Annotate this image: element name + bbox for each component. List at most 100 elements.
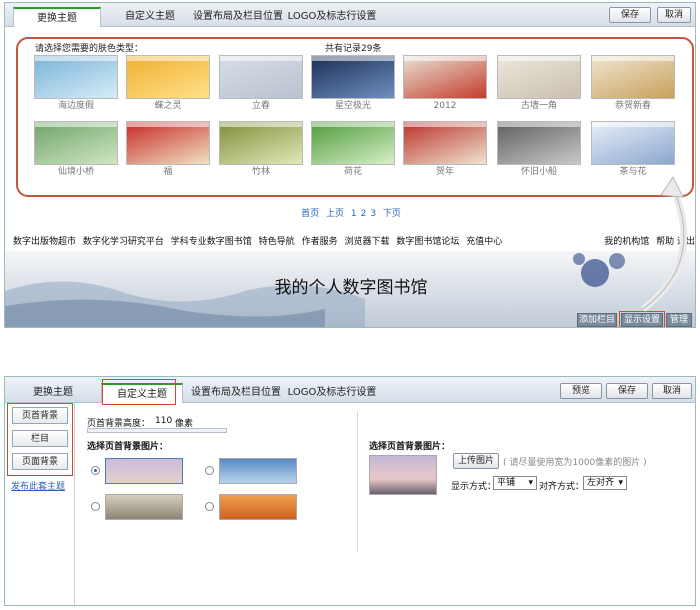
sidebar-columns[interactable]: 栏目: [12, 430, 68, 447]
pager-page-3[interactable]: 3: [370, 209, 376, 219]
logout-link[interactable]: 退出: [677, 237, 695, 247]
theme-thumbnail[interactable]: 怀旧小船: [497, 121, 581, 179]
theme-name: 2012: [433, 101, 457, 111]
theme-thumbnail[interactable]: 恭贺新春: [591, 55, 675, 113]
theme-preview-image[interactable]: [403, 55, 487, 99]
cancel-button[interactable]: 取消: [657, 7, 691, 23]
bg-option-desert[interactable]: [219, 494, 297, 520]
my-institution-link[interactable]: 我的机构馆: [600, 233, 654, 251]
add-column-button[interactable]: 添加栏目: [577, 313, 617, 327]
manage-button[interactable]: 管理: [666, 313, 692, 327]
upload-image-button[interactable]: 上传图片: [453, 453, 499, 469]
theme-prompt: 请选择您需要的肤色类型：: [35, 44, 144, 54]
bg-radio-2[interactable]: [205, 466, 214, 475]
theme-preview-image[interactable]: [591, 55, 675, 99]
nav-item[interactable]: 浏览器下载: [344, 237, 389, 247]
tab-bar: 更换主题 自定义主题 设置布局及栏目位置 LOGO及标志行设置 保存 取消: [5, 3, 695, 27]
save-button[interactable]: 保存: [609, 7, 651, 23]
theme-thumbnail[interactable]: 福: [126, 121, 210, 179]
bg-radio-4[interactable]: [205, 502, 214, 511]
theme-thumbnail[interactable]: 海边度假: [34, 55, 118, 113]
height-value[interactable]: 110: [155, 416, 172, 426]
theme-thumbnail[interactable]: 2012: [403, 55, 487, 113]
nav-item[interactable]: 特色导航: [259, 237, 295, 247]
preview-header-strip: [404, 56, 486, 61]
theme-name: 贺年: [435, 167, 454, 177]
save-button[interactable]: 保存: [606, 383, 648, 399]
theme-name: 福: [163, 167, 173, 177]
theme-thumbnail[interactable]: 仙境小桥: [34, 121, 118, 179]
theme-thumbnail[interactable]: 立春: [219, 55, 303, 113]
tab-layout[interactable]: 设置布局及栏目位置: [193, 7, 283, 27]
theme-preview-image[interactable]: [126, 121, 210, 165]
theme-thumbnail[interactable]: 贺年: [403, 121, 487, 179]
preview-header-strip: [127, 122, 209, 127]
theme-settings-panel: 更换主题 自定义主题 设置布局及栏目位置 LOGO及标志行设置 保存 取消 请选…: [4, 2, 696, 328]
cancel-button[interactable]: 取消: [652, 383, 692, 399]
theme-preview-image[interactable]: [497, 121, 581, 165]
theme-preview-image[interactable]: [34, 121, 118, 165]
tab-custom-theme[interactable]: 自定义主题: [113, 7, 187, 27]
display-mode-select[interactable]: 平铺: [493, 476, 537, 490]
align-mode-label: 对齐方式：: [539, 482, 585, 492]
tab-highlight: [102, 379, 176, 405]
nav-item[interactable]: 数字图书馆论坛: [396, 237, 459, 247]
preview-header-strip: [35, 56, 117, 61]
theme-preview-image[interactable]: [126, 55, 210, 99]
bg-option-sky[interactable]: [219, 458, 297, 484]
nav-item[interactable]: 作者服务: [302, 237, 338, 247]
sidebar-page-bg[interactable]: 页面背景: [12, 453, 68, 470]
publish-theme-link[interactable]: 发布此套主题: [11, 479, 65, 492]
theme-preview-image[interactable]: [403, 121, 487, 165]
theme-thumbnail[interactable]: 竹林: [219, 121, 303, 179]
nav-item[interactable]: 数字出版物超市: [13, 237, 76, 247]
custom-theme-panel: 更换主题 自定义主题 设置布局及栏目位置 LOGO及标志行设置 预览 保存 取消…: [4, 376, 696, 606]
preview-header-strip: [498, 56, 580, 61]
preview-header-strip: [592, 56, 674, 61]
theme-name: 竹林: [251, 167, 270, 177]
upload-hint: ( 请尽量使用宽为1000像素的图片 ): [503, 458, 647, 468]
preview-button[interactable]: 预览: [560, 383, 602, 399]
theme-preview-image[interactable]: [497, 55, 581, 99]
theme-name: 恭贺新春: [614, 101, 651, 111]
theme-preview-image[interactable]: [311, 55, 395, 99]
preview-header-strip: [312, 56, 394, 61]
theme-name: 茶与花: [619, 167, 647, 177]
theme-preview-image[interactable]: [219, 55, 303, 99]
theme-thumbnail[interactable]: 荷花: [311, 121, 395, 179]
nav-item[interactable]: 学科专业数字图书馆: [171, 237, 252, 247]
theme-thumbnail[interactable]: 古墙一角: [497, 55, 581, 113]
tab-change-theme[interactable]: 更换主题: [13, 7, 101, 27]
tab-logo[interactable]: LOGO及标志行设置: [285, 7, 379, 27]
theme-preview-image[interactable]: [311, 121, 395, 165]
theme-preview-image[interactable]: [219, 121, 303, 165]
theme-name: 怀旧小船: [520, 167, 557, 177]
display-settings-button[interactable]: 显示设置: [619, 311, 665, 327]
bg-radio-1[interactable]: [91, 466, 100, 475]
theme-thumbnail[interactable]: 星空极光: [311, 55, 395, 113]
nav-item[interactable]: 充值中心: [466, 237, 502, 247]
theme-preview-image[interactable]: [591, 121, 675, 165]
align-mode-select[interactable]: 左对齐: [583, 476, 627, 490]
pager-prev[interactable]: 上页: [326, 209, 344, 219]
tab-layout[interactable]: 设置布局及栏目位置: [191, 383, 281, 403]
preview-header-strip: [35, 122, 117, 127]
sidebar-header-bg[interactable]: 页首背景: [12, 407, 68, 424]
bg-option-dusk[interactable]: [105, 458, 183, 484]
help-link[interactable]: 帮助: [656, 237, 674, 247]
pager-page-2[interactable]: 2: [361, 209, 367, 219]
height-slider[interactable]: [87, 428, 227, 433]
pager-page-1[interactable]: 1: [351, 209, 357, 219]
pager-first[interactable]: 首页: [301, 209, 319, 219]
theme-name: 立春: [251, 101, 270, 111]
pager-next[interactable]: 下页: [383, 209, 401, 219]
nav-item[interactable]: 数字化学习研究平台: [83, 237, 164, 247]
tab-change-theme[interactable]: 更换主题: [13, 383, 93, 403]
bg-radio-3[interactable]: [91, 502, 100, 511]
bg-option-road[interactable]: [105, 494, 183, 520]
theme-thumbnail[interactable]: 茶与花: [591, 121, 675, 179]
theme-name: 海边度假: [57, 101, 94, 111]
theme-thumbnail[interactable]: 蝶之灵: [126, 55, 210, 113]
tab-logo[interactable]: LOGO及标志行设置: [285, 383, 379, 403]
theme-preview-image[interactable]: [34, 55, 118, 99]
